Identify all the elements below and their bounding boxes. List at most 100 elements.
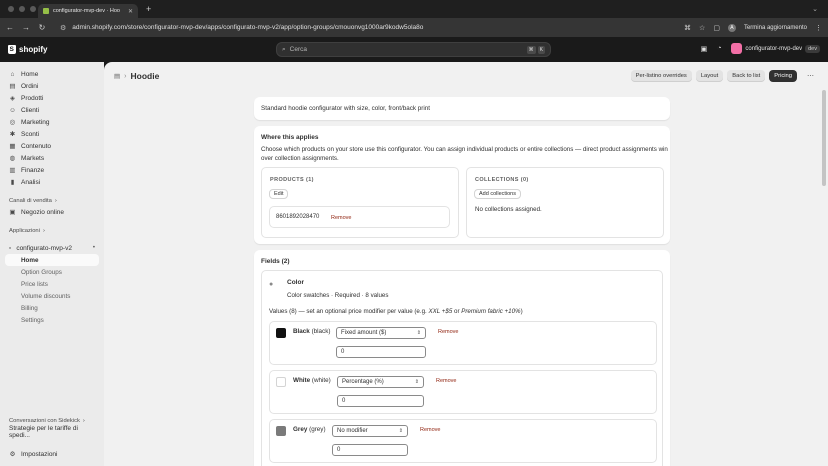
pricing-button[interactable]: Pricing (769, 70, 797, 82)
store-switcher[interactable]: configurator-mvp-dev dev (731, 43, 820, 54)
values-note: Values (8) — set an optional price modif… (269, 308, 523, 315)
app-subitem-home[interactable]: Home (5, 254, 99, 266)
app-subitem-settings[interactable]: Settings (5, 314, 99, 326)
sidebar-item-finance[interactable]: ▥ Finanze (5, 164, 99, 176)
analytics-icon: ▮ (10, 179, 15, 186)
app-subitem-volume-discounts[interactable]: Volume discounts (5, 290, 99, 302)
remove-product-button[interactable]: Remove (331, 215, 351, 221)
close-tab-icon[interactable]: ✕ (128, 8, 133, 15)
shortcut-key-k: K (537, 45, 545, 54)
sidebar-item-label: Impostazioni (21, 450, 58, 458)
shopify-logo[interactable]: shopify (8, 45, 278, 54)
modifier-select[interactable]: Percentage (%) ⇕ (337, 376, 424, 388)
value-name: Grey (293, 426, 308, 433)
shopify-favicon-icon (43, 8, 49, 14)
collections-heading: COLLECTIONS (0) (475, 177, 529, 183)
modifier-value: Fixed amount ($) (341, 330, 387, 336)
section-label: Conversazioni con Sidekick (9, 418, 80, 424)
products-heading: PRODUCTS (1) (270, 177, 314, 183)
profile-avatar[interactable]: A (727, 23, 736, 32)
modifier-amount-input[interactable]: 0 (337, 395, 424, 407)
page-scrollbar[interactable] (820, 62, 828, 466)
tab-list-chevron-icon[interactable]: ⌄ (812, 5, 818, 13)
back-arrow-icon[interactable]: ← (6, 23, 14, 32)
drag-handle-icon[interactable]: ● (269, 281, 273, 288)
bookmark-star-icon[interactable]: ☆ (699, 24, 705, 32)
restart-update-button[interactable]: Termina aggiornamento (744, 25, 807, 31)
reload-icon[interactable]: ↻ (38, 23, 46, 32)
color-swatch[interactable] (276, 328, 286, 338)
sidebar-item-orders[interactable]: ▤ Ordini (5, 80, 99, 92)
collections-panel: COLLECTIONS (0) Add collections No colle… (466, 167, 664, 238)
new-tab-icon[interactable]: + (146, 4, 151, 14)
edit-products-button[interactable]: Edit (269, 189, 289, 199)
sidebar-item-online-store[interactable]: ▣ Negozio online (5, 206, 99, 218)
site-info-icon[interactable]: ⚙ (60, 24, 66, 32)
sidebar-item-content[interactable]: ▦ Contenuto (5, 140, 99, 152)
sidekick-conversation[interactable]: Strategie per le tariffe di spedi... (5, 425, 99, 439)
inbox-icon[interactable]: ▣ (701, 45, 708, 53)
extensions-icon[interactable]: ▢ (713, 24, 720, 32)
more-actions-icon[interactable]: ⋯ (807, 72, 814, 80)
address-bar[interactable]: ⚙ admin.shopify.com/store/configurator-m… (60, 24, 676, 32)
app-subitem-option-groups[interactable]: Option Groups (5, 266, 99, 278)
browser-toolbar: ← → ↻ ⚙ admin.shopify.com/store/configur… (0, 18, 828, 37)
browser-tab[interactable]: configurator-mvp-dev · Hoo ✕ (38, 4, 138, 18)
dev-store-badge: dev (805, 44, 820, 53)
search-input[interactable]: ⌕ Cerca ⌘ K (276, 42, 551, 57)
app-subitem-price-lists[interactable]: Price lists (5, 278, 99, 290)
modifier-select[interactable]: Fixed amount ($) ⇕ (336, 327, 426, 339)
sidebar-item-products[interactable]: ◈ Prodotti (5, 92, 99, 104)
remove-value-button[interactable]: Remove (438, 329, 458, 335)
product-id: 8601892028470 (276, 214, 320, 220)
sidebar-item-discounts[interactable]: ✱ Sconti (5, 128, 99, 140)
add-collections-button[interactable]: Add collections (474, 189, 521, 199)
field-meta: Color swatches · Required · 8 values (287, 292, 389, 299)
color-swatch[interactable] (276, 426, 286, 436)
translate-icon[interactable]: ⌘ (684, 24, 691, 32)
where-applies-text-cont: over collection assignments. (261, 155, 339, 162)
store-name: configurator-mvp-dev (745, 45, 803, 52)
sidebar-item-markets[interactable]: ◍ Markets (5, 152, 99, 164)
search-shortcut: ⌘ K (526, 45, 545, 54)
pin-dot-icon[interactable]: • (93, 245, 95, 251)
orders-icon: ▤ (9, 83, 16, 90)
select-chevron-icon: ⇕ (414, 379, 419, 385)
sidebar-item-label: Negozio online (21, 208, 65, 216)
sidebar-item-label: Clienti (21, 106, 40, 114)
app-configurato[interactable]: ▫ configurato-mvp-v2 • (5, 242, 99, 254)
values-note-text: or (452, 308, 462, 315)
modifier-amount-input[interactable]: 0 (332, 444, 408, 456)
browser-menu-icon[interactable]: ⋮ (815, 24, 822, 32)
values-note-text: Values (8) — set an optional price modif… (269, 308, 429, 315)
product-row: 8601892028470 Remove (269, 206, 450, 228)
app-breadcrumb-icon[interactable]: ▤ (114, 72, 120, 80)
breadcrumb-chevron-icon: › (124, 72, 127, 80)
sales-channels-section[interactable]: Canali di vendita › (5, 196, 99, 206)
layout-button[interactable]: Layout (695, 70, 724, 82)
apps-section[interactable]: Applicazioni › (5, 226, 99, 236)
description-card: Standard hoodie configurator with size, … (254, 97, 670, 120)
values-note-example: XXL +$5 (428, 308, 453, 315)
sidebar-item-analytics[interactable]: ▮ Analisi (5, 176, 99, 188)
notifications-bell-icon[interactable]: ◔ (717, 45, 721, 52)
sidebar-item-home[interactable]: ⌂ Home (5, 68, 99, 80)
sidebar-item-label: Markets (21, 154, 45, 162)
scrollbar-thumb[interactable] (822, 90, 826, 186)
back-to-list-button[interactable]: Back to list (727, 70, 766, 82)
color-swatch[interactable] (276, 377, 286, 387)
sidebar-item-marketing[interactable]: ◎ Marketing (5, 116, 99, 128)
main-content: ▤ › Hoodie Per-listino overrides Layout … (104, 62, 820, 466)
modifier-select[interactable]: No modifier ⇕ (332, 425, 408, 437)
app-subitem-billing[interactable]: Billing (5, 302, 99, 314)
forward-arrow-icon[interactable]: → (22, 23, 30, 32)
sidebar-item-customers[interactable]: ☺ Clienti (5, 104, 99, 116)
window-controls[interactable] (0, 6, 38, 12)
remove-value-button[interactable]: Remove (420, 427, 440, 433)
sidebar-item-settings[interactable]: ⚙ Impostazioni (5, 448, 99, 460)
sidebar-item-label: Ordini (21, 82, 39, 90)
remove-value-button[interactable]: Remove (436, 378, 456, 384)
products-panel: PRODUCTS (1) Edit 8601892028470 Remove (261, 167, 459, 238)
modifier-amount-input[interactable]: 0 (336, 346, 426, 358)
per-listino-overrides-button[interactable]: Per-listino overrides (630, 70, 692, 82)
